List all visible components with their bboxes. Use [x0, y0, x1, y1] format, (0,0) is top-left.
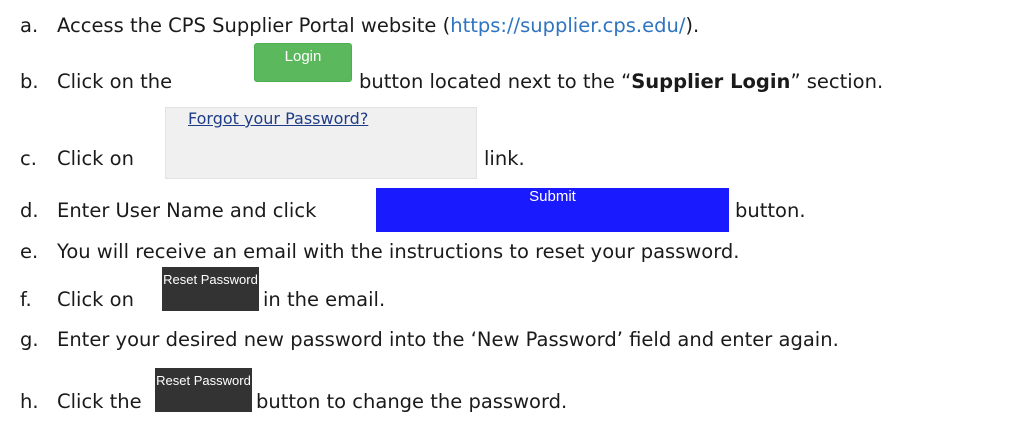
step-letter: h.	[20, 390, 39, 413]
step-text: Click the	[57, 390, 142, 413]
forgot-password-image: Forgot your Password?	[165, 107, 477, 179]
step-text: Enter User Name and click	[57, 199, 317, 222]
reset-password-button-email[interactable]: Reset Password	[162, 267, 259, 311]
step-e: e. You will receive an email with the in…	[0, 240, 1014, 270]
submit-button[interactable]: Submit	[376, 188, 729, 232]
step-text: You will receive an email with the instr…	[57, 240, 740, 263]
step-text: Click on	[57, 147, 134, 170]
reset-password-button[interactable]: Reset Password	[155, 368, 252, 412]
step-text: Click on	[57, 288, 134, 311]
step-letter: e.	[20, 240, 39, 263]
step-text: link.	[484, 147, 525, 170]
step-a-after: ).	[685, 14, 700, 37]
step-letter: g.	[20, 328, 39, 351]
step-b-middle: button located next to the “	[359, 70, 632, 93]
step-c: c. Click on link.	[0, 147, 1014, 177]
step-text: button to change the password.	[256, 390, 568, 413]
forgot-password-link[interactable]: Forgot your Password?	[188, 109, 368, 128]
step-text: Enter your desired new password into the…	[57, 328, 839, 351]
step-text: button located next to the “Supplier Log…	[359, 70, 883, 93]
step-b: b. Click on the button located next to t…	[0, 70, 1014, 100]
step-letter: b.	[20, 70, 39, 93]
step-letter: d.	[20, 199, 39, 222]
step-h: h. Click the button to change the passwo…	[0, 390, 1014, 420]
step-b-after: ” section.	[790, 70, 884, 93]
login-button[interactable]: Login	[254, 43, 352, 82]
step-a-before: Access the CPS Supplier Portal website (	[57, 14, 451, 37]
supplier-login-label: Supplier Login	[631, 70, 791, 93]
step-letter: f.	[20, 288, 32, 311]
step-letter: a.	[20, 14, 39, 37]
step-text: Click on the	[57, 70, 173, 93]
step-text: in the email.	[263, 288, 386, 311]
step-letter: c.	[20, 147, 37, 170]
step-text: Access the CPS Supplier Portal website (…	[57, 14, 699, 37]
step-text: button.	[735, 199, 806, 222]
step-a: a. Access the CPS Supplier Portal websit…	[0, 14, 1014, 44]
step-f: f. Click on in the email.	[0, 288, 1014, 318]
step-g: g. Enter your desired new password into …	[0, 328, 1014, 358]
supplier-portal-link[interactable]: https://supplier.cps.edu/	[450, 14, 685, 37]
